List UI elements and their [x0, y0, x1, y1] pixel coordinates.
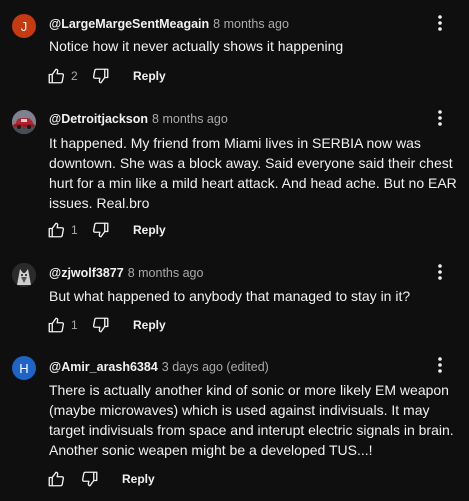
- dislike-button[interactable]: [80, 469, 100, 489]
- avatar-initial: H: [19, 360, 29, 376]
- reply-button[interactable]: Reply: [133, 69, 166, 83]
- comment-actions: Reply: [46, 467, 155, 491]
- comment-header: @LargeMargeSentMeagain 8 months ago: [49, 16, 289, 32]
- more-vertical-icon: [438, 357, 442, 373]
- thumbs-up-icon: [48, 222, 65, 238]
- like-count: 2: [71, 69, 78, 83]
- reply-button[interactable]: Reply: [122, 472, 155, 486]
- like-count: 1: [71, 318, 78, 332]
- comment-time[interactable]: 8 months ago: [152, 112, 228, 126]
- comment-actions: 1 Reply: [46, 218, 166, 242]
- more-actions-button[interactable]: [430, 354, 450, 376]
- thumbs-up-icon: [48, 471, 65, 487]
- thumbs-down-icon: [81, 471, 98, 487]
- car-avatar-image: [12, 110, 36, 134]
- comment-time[interactable]: 8 months ago: [213, 17, 289, 31]
- wolf-avatar-image: [12, 263, 36, 287]
- comment-text: Notice how it never actually shows it ha…: [49, 38, 344, 54]
- thumbs-down-icon: [92, 222, 109, 238]
- like-button[interactable]: [46, 66, 66, 86]
- comment: J @LargeMargeSentMeagain 8 months ago Not…: [0, 0, 469, 100]
- comment-time[interactable]: 3 days ago (edited): [162, 360, 269, 374]
- like-button[interactable]: [46, 469, 66, 489]
- author-name[interactable]: @Detroitjackson: [49, 112, 148, 126]
- thumbs-down-icon: [92, 68, 109, 84]
- comment-actions: 1 Reply: [46, 313, 166, 337]
- comment-header: @Detroitjackson 8 months ago: [49, 111, 228, 127]
- like-button[interactable]: [46, 220, 66, 240]
- more-vertical-icon: [438, 110, 442, 126]
- author-name[interactable]: @Amir_arash6384: [49, 360, 158, 374]
- comment: H @Amir_arash6384 3 days ago (edited) The…: [0, 350, 469, 501]
- comment: @Detroitjackson 8 months ago It happened.…: [0, 100, 469, 255]
- like-button[interactable]: [46, 315, 66, 335]
- more-vertical-icon: [438, 264, 442, 280]
- thumbs-up-icon: [48, 317, 65, 333]
- comment-header: @Amir_arash6384 3 days ago (edited): [49, 359, 269, 375]
- more-vertical-icon: [438, 15, 442, 31]
- avatar[interactable]: [12, 110, 36, 134]
- avatar[interactable]: J: [12, 14, 36, 38]
- dislike-button[interactable]: [91, 220, 111, 240]
- dislike-button[interactable]: [91, 315, 111, 335]
- dislike-button[interactable]: [91, 66, 111, 86]
- comment: @zjwolf3877 8 months ago But what happene…: [0, 255, 469, 350]
- comment-text: It happened. My friend from Miami lives …: [49, 135, 457, 211]
- more-actions-button[interactable]: [430, 12, 450, 34]
- comment-text: But what happened to anybody that manage…: [49, 288, 411, 304]
- comment-text: There is actually another kind of sonic …: [49, 382, 454, 458]
- avatar-initial: J: [20, 18, 28, 34]
- thumbs-down-icon: [92, 317, 109, 333]
- more-actions-button[interactable]: [430, 261, 450, 283]
- reply-button[interactable]: Reply: [133, 223, 166, 237]
- comment-time[interactable]: 8 months ago: [128, 266, 204, 280]
- reply-button[interactable]: Reply: [133, 318, 166, 332]
- avatar[interactable]: H: [12, 356, 36, 380]
- author-name[interactable]: @LargeMargeSentMeagain: [49, 17, 209, 31]
- more-actions-button[interactable]: [430, 107, 450, 129]
- author-name[interactable]: @zjwolf3877: [49, 266, 124, 280]
- thumbs-up-icon: [48, 68, 65, 84]
- comment-actions: 2 Reply: [46, 64, 166, 88]
- comment-header: @zjwolf3877 8 months ago: [49, 265, 203, 281]
- like-count: 1: [71, 223, 78, 237]
- avatar[interactable]: [12, 263, 36, 287]
